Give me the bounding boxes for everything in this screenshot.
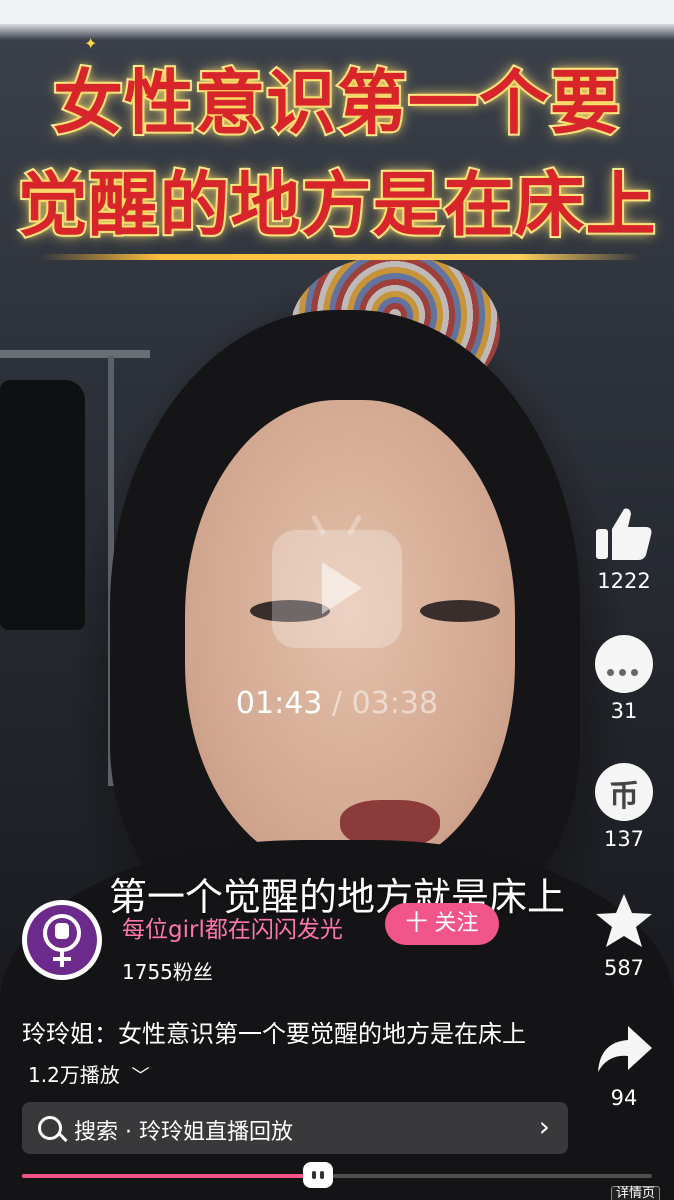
like-button[interactable]: 1222 — [584, 505, 664, 593]
play-icon — [322, 562, 362, 614]
author-name[interactable]: 每位girl都在闪闪发光 — [122, 910, 343, 944]
progress-thumb[interactable] — [303, 1162, 334, 1188]
hanging-coat — [0, 380, 85, 630]
favorite-count: 587 — [603, 956, 645, 980]
favorite-button[interactable]: 587 — [584, 892, 664, 980]
play-button[interactable] — [272, 514, 402, 648]
expand-chevron-icon[interactable]: ﹀ — [131, 1066, 149, 1087]
search-suggestion: 搜索 · 玲玲姐直播回放 — [74, 1120, 293, 1145]
like-count: 1222 — [597, 569, 651, 593]
time-separator: / — [331, 686, 343, 721]
author-avatar[interactable] — [22, 900, 102, 980]
female-fist-symbol-icon — [43, 914, 81, 967]
sparkle-icon: ✦ — [84, 34, 98, 53]
clothes-rack — [0, 350, 150, 358]
share-arrow-icon — [598, 1026, 652, 1072]
thumbs-up-icon — [596, 508, 652, 560]
current-time: 01:43 — [235, 686, 323, 721]
coin-button[interactable]: 币 137 — [584, 763, 664, 851]
detail-page-tag[interactable]: 详情页 — [610, 1186, 660, 1200]
comment-button[interactable]: 31 — [584, 635, 664, 723]
coin-icon: 币 — [595, 763, 653, 821]
progress-bar[interactable] — [22, 1162, 652, 1188]
fan-count: 1755粉丝 — [122, 960, 213, 984]
top-strip — [0, 0, 674, 24]
coin-glyph: 币 — [609, 779, 639, 814]
play-count: 1.2万播放 — [28, 1063, 120, 1087]
description-text: 玲玲姐：女性意识第一个要觉醒的地方是在床上 — [22, 1020, 526, 1048]
share-count: 94 — [610, 1086, 638, 1110]
coin-count: 137 — [603, 827, 645, 851]
search-bar[interactable]: 搜索 · 玲玲姐直播回放 › — [22, 1102, 568, 1154]
progress-fill — [22, 1174, 319, 1178]
person-eye-right — [420, 600, 500, 622]
video-description[interactable]: 玲玲姐：女性意识第一个要觉醒的地方是在床上 1.2万播放 ﹀ — [22, 1014, 562, 1097]
comment-count: 31 — [610, 699, 638, 723]
playback-time: 01:43 / 03:38 — [0, 686, 674, 721]
overlay-title-line-2: 觉醒的地方是在床上 — [16, 162, 658, 248]
comment-icon — [595, 635, 653, 693]
overlay-title-line-1: 女性意识第一个要 — [51, 60, 622, 146]
follow-button[interactable]: 十 关注 — [385, 903, 499, 945]
star-icon — [596, 894, 652, 947]
chevron-right-icon: › — [538, 1110, 550, 1143]
video-screen[interactable]: ✦ 女性意识第一个要 觉醒的地方是在床上 01:43 / 03:38 第一个觉醒… — [0, 0, 674, 1200]
search-icon — [38, 1116, 62, 1140]
share-button[interactable]: 94 — [584, 1022, 664, 1110]
total-time: 03:38 — [351, 686, 439, 721]
title-underline — [40, 254, 640, 260]
